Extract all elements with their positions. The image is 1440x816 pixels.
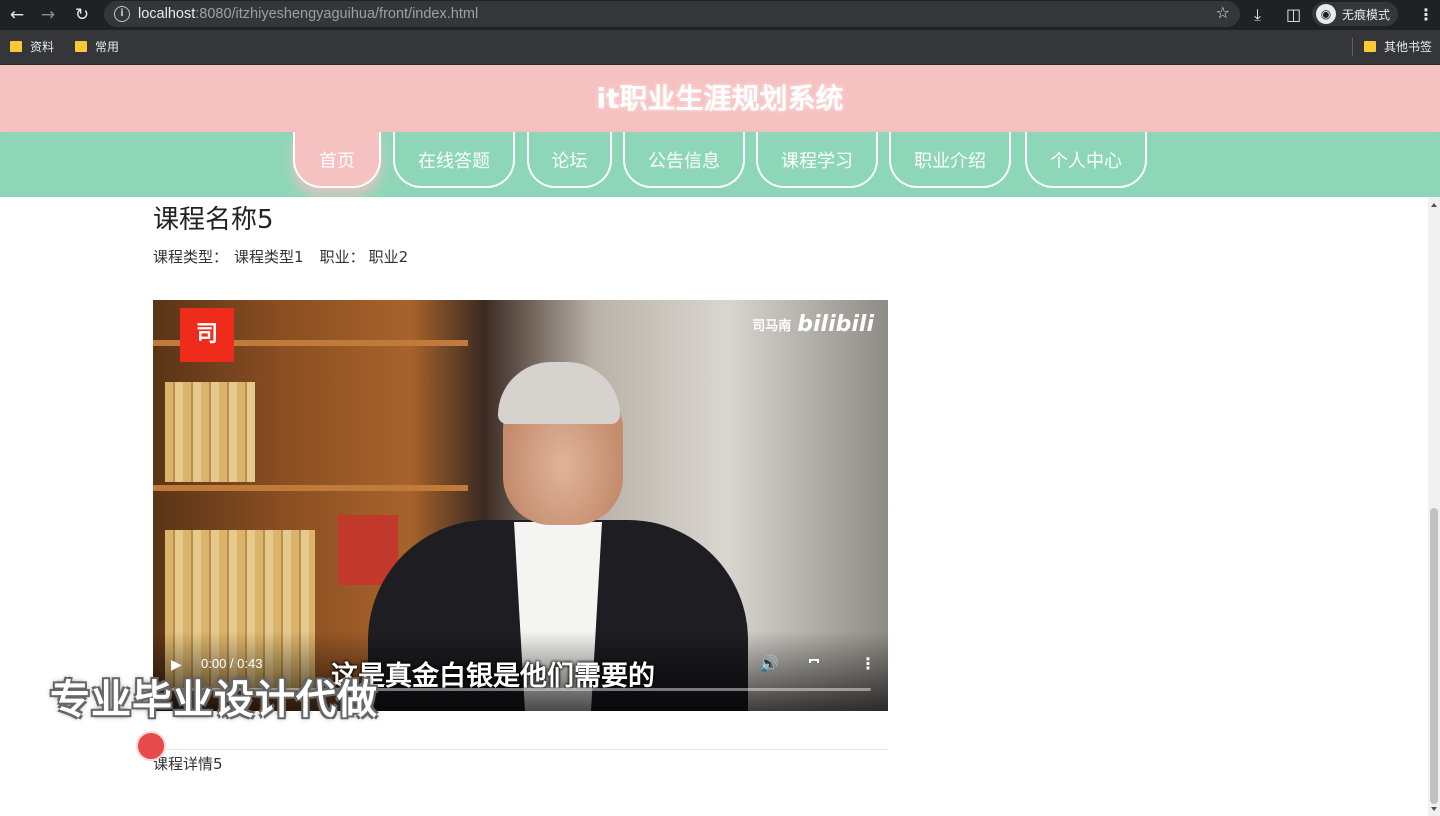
url-text[interactable]: localhost:8080/itzhiyeshengyaguihua/fron… [138,4,478,24]
volume-icon[interactable]: 🔊 [759,654,779,673]
incognito-indicator[interactable]: ◉ 无痕模式 [1312,2,1399,26]
page: it职业生涯规划系统 首页 在线答题 论坛 公告信息 课程学习 职业介绍 个人中… [0,65,1440,816]
job-label: 职业： [319,248,365,266]
course-video[interactable]: 司 司马南 bilibili ▶ 0:00 / 0:43 这是真金白银是他们需要… [153,300,888,711]
nav-item-courses[interactable]: 课程学习 [756,132,878,188]
incognito-icon: ◉ [1316,4,1336,24]
folder-icon [10,41,22,52]
video-frame-detail [498,362,620,424]
watermark-name: 司马南 [752,319,792,334]
main-nav: 首页 在线答题 论坛 公告信息 课程学习 职业介绍 个人中心 [0,132,1440,197]
incognito-label: 无痕模式 [1342,7,1391,22]
channel-logo: 司 [180,308,234,362]
forward-icon[interactable]: → [37,4,59,26]
course-type-label: 课程类型： [153,248,229,266]
video-frame-detail [165,382,255,482]
video-frame-detail [153,485,468,491]
reload-icon[interactable]: ↻ [71,4,93,26]
watermark-brand: bilibili [797,312,874,337]
course-title: 课程名称5 [153,205,274,235]
nav-item-online-quiz[interactable]: 在线答题 [393,132,515,188]
scrollbar-thumb[interactable] [1430,508,1438,804]
nav-item-profile[interactable]: 个人中心 [1025,132,1147,188]
course-meta: 课程类型： 课程类型1 职业： 职业2 [153,245,408,269]
url-path: :8080/itzhiyeshengyaguihua/front/index.h… [195,6,479,22]
site-info-icon[interactable]: i [114,6,130,22]
scroll-down-arrow-icon[interactable] [1431,807,1437,811]
bookmarks-bar: 资料 常用 其他书签 [0,30,1440,65]
divider [153,749,888,750]
site-header: it职业生涯规划系统 [0,65,1440,132]
back-icon[interactable]: ← [6,4,28,26]
browser-menu-icon[interactable]: ⋮ [1418,4,1434,26]
bookmark-folder[interactable]: 常用 [75,38,119,55]
bookmark-folder[interactable]: 资料 [10,38,54,55]
nav-item-announcements[interactable]: 公告信息 [623,132,745,188]
course-type-value: 课程类型1 [234,248,304,266]
scroll-up-arrow-icon[interactable] [1431,203,1437,207]
address-bar[interactable]: i localhost:8080/itzhiyeshengyaguihua/fr… [104,1,1240,27]
video-watermark: 司马南 bilibili [752,312,874,337]
fullscreen-icon[interactable] [809,659,819,663]
download-icon[interactable]: ⤓ [1254,4,1261,26]
nav-item-careers[interactable]: 职业介绍 [889,132,1011,188]
bookmark-star-icon[interactable]: ☆ [1216,3,1230,22]
bookmark-divider [1352,38,1353,56]
browser-toolbar: ← → ↻ i localhost:8080/itzhiyeshengyagui… [0,0,1440,30]
url-host: localhost [138,6,196,22]
course-detail-text: 课程详情5 [153,755,223,773]
bookmark-label: 资料 [30,40,55,54]
other-bookmarks[interactable]: 其他书签 [1364,38,1432,55]
side-panel-icon[interactable]: ◫ [1286,4,1301,26]
nav-item-forum[interactable]: 论坛 [527,132,612,188]
bookmark-label: 常用 [95,40,120,54]
job-value: 职业2 [368,248,409,266]
more-options-icon[interactable]: ⋮ [860,654,876,673]
nav-item-home[interactable]: 首页 [293,132,381,188]
folder-icon [75,41,87,52]
watermark-badge-icon [136,731,166,761]
other-bookmarks-label: 其他书签 [1384,40,1433,54]
overlay-watermark-text: 专业毕业设计代做 [50,677,378,723]
site-title: it职业生涯规划系统 [596,82,844,115]
folder-icon [1364,41,1376,52]
